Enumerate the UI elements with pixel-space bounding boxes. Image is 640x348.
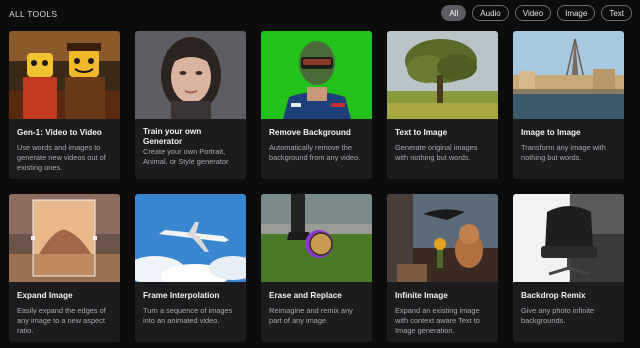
soccer-ball-thumbnail <box>261 194 372 282</box>
card-title: Erase and Replace <box>269 291 342 300</box>
filter-bar: All Audio Video Image Text <box>441 5 632 21</box>
card-title: Remove Background <box>269 128 351 137</box>
tools-grid: Gen-1: Video to Video Use words and imag… <box>9 31 624 342</box>
filter-image-button[interactable]: Image <box>557 5 596 21</box>
card-title: Text to Image <box>395 128 448 137</box>
card-title: Backdrop Remix <box>521 291 586 300</box>
tree-landscape-thumbnail <box>387 31 498 119</box>
surreal-cat-thumbnail <box>387 194 498 282</box>
filter-video-button[interactable]: Video <box>514 5 552 21</box>
portrait-thumbnail <box>135 31 246 119</box>
lego-figures-thumbnail <box>9 31 120 119</box>
card-title: Infinite Image <box>395 291 448 300</box>
tool-card-backdrop-remix[interactable]: Backdrop Remix Give any photo infinite b… <box>513 194 624 342</box>
card-description: Turn a sequence of images into an animat… <box>143 306 233 326</box>
card-title: Frame Interpolation <box>143 291 220 300</box>
card-description: Transform any image with nothing but wor… <box>521 143 606 163</box>
card-description: Easily expand the edges of any image to … <box>17 306 106 336</box>
card-description: Reimagine and remix any part of any imag… <box>269 306 353 326</box>
tool-card-train-generator[interactable]: Train your own Generator Create your own… <box>135 31 246 179</box>
tool-card-remove-background[interactable]: Remove Background Automatically remove t… <box>261 31 372 179</box>
green-screen-astronaut-thumbnail <box>261 31 372 119</box>
card-description: Create your own Portrait, Animal, or Sty… <box>143 147 229 167</box>
card-description: Give any photo infinite backgrounds. <box>521 306 595 326</box>
card-title: Train your own Generator <box>143 127 202 146</box>
card-description: Generate original images with nothing bu… <box>395 143 478 163</box>
header-bar: ALL TOOLS All Audio Video Image Text <box>0 0 640 27</box>
tool-card-expand-image[interactable]: Expand Image Easily expand the edges of … <box>9 194 120 342</box>
airplane-sky-thumbnail <box>135 194 246 282</box>
card-title: Expand Image <box>17 291 73 300</box>
card-title: Gen-1: Video to Video <box>17 128 102 137</box>
lounge-chair-thumbnail <box>513 194 624 282</box>
card-description: Automatically remove the background from… <box>269 143 361 163</box>
tool-card-text-to-image[interactable]: Text to Image Generate original images w… <box>387 31 498 179</box>
tool-card-infinite-image[interactable]: Infinite Image Expand an existing image … <box>387 194 498 342</box>
tool-card-erase-replace[interactable]: Erase and Replace Reimagine and remix an… <box>261 194 372 342</box>
filter-all-button[interactable]: All <box>441 5 467 21</box>
card-description: Use words and images to generate new vid… <box>17 143 106 173</box>
card-description: Expand an existing image with context aw… <box>395 306 480 336</box>
desert-mountain-thumbnail <box>9 194 120 282</box>
filter-text-button[interactable]: Text <box>601 5 632 21</box>
tool-card-gen1[interactable]: Gen-1: Video to Video Use words and imag… <box>9 31 120 179</box>
card-title: Image to Image <box>521 128 581 137</box>
page-title: ALL TOOLS <box>9 9 58 19</box>
filter-audio-button[interactable]: Audio <box>472 5 509 21</box>
tool-card-image-to-image[interactable]: Image to Image Transform any image with … <box>513 31 624 179</box>
paris-cityscape-thumbnail <box>513 31 624 119</box>
tool-card-frame-interpolation[interactable]: Frame Interpolation Turn a sequence of i… <box>135 194 246 342</box>
